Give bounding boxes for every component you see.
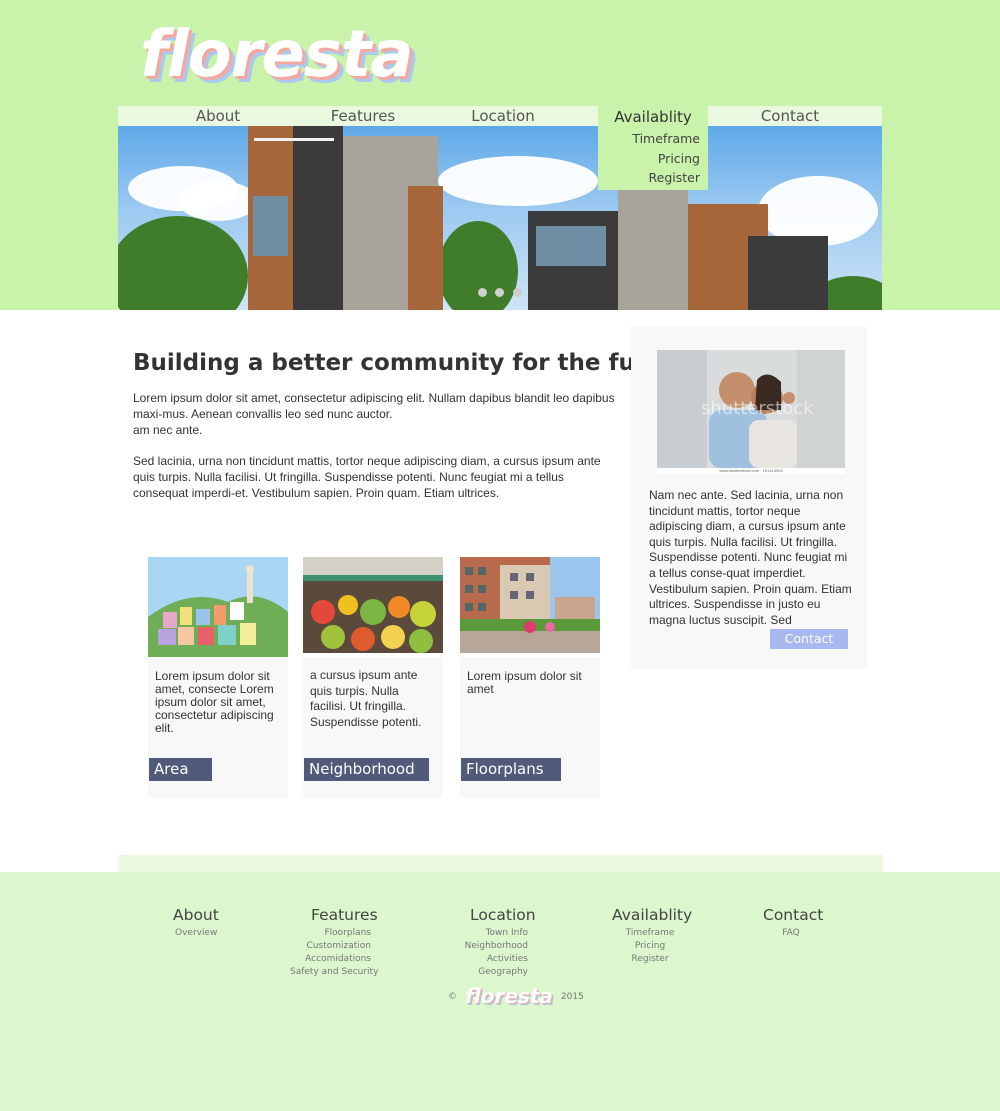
carousel-dots[interactable]	[478, 284, 526, 302]
copyright-symbol: ©	[448, 992, 457, 1002]
hero-tree	[118, 216, 248, 310]
intro-p2: Sed lacinia, urna non tincidunt mattis, …	[133, 454, 601, 500]
footer-link-customization[interactable]: Customization	[290, 940, 371, 953]
footer-link-town-info[interactable]: Town Info	[446, 927, 528, 940]
footer-heading-availability[interactable]: Availablity	[612, 906, 692, 924]
footer-copyright: © floresta 2015	[448, 984, 584, 1008]
nav-contact[interactable]: Contact	[748, 106, 832, 126]
nav-sub-register[interactable]: Register	[649, 170, 700, 185]
carousel-dot[interactable]	[512, 288, 522, 297]
hero-carousel[interactable]	[118, 126, 882, 310]
hero-window	[536, 226, 606, 266]
footer-col-features: Features Floorplans Customization Accomi…	[290, 906, 378, 979]
footer-heading-about[interactable]: About	[173, 906, 219, 924]
footer-heading-contact[interactable]: Contact	[763, 906, 823, 924]
footer-link-neighborhood[interactable]: Neighborhood	[446, 940, 528, 953]
copyright-year: 2015	[560, 992, 584, 1002]
footer-link-accomidations[interactable]: Accomidations	[290, 953, 371, 966]
intro-paragraph: Lorem ipsum dolor sit amet, consectetur …	[133, 391, 615, 438]
footer-logo[interactable]: floresta	[465, 984, 553, 1008]
hero-building	[408, 186, 443, 310]
footer-top-strip	[118, 855, 883, 872]
footer-link-register[interactable]: Register	[612, 953, 688, 966]
card-image-neighborhood	[303, 557, 443, 657]
card-tag-floorplans[interactable]: Floorplans	[461, 758, 561, 781]
intro-text: Lorem ipsum dolor sit amet, consectetur …	[133, 391, 615, 517]
footer-link-timeframe[interactable]: Timeframe	[612, 927, 688, 940]
carousel-dot[interactable]	[495, 288, 505, 297]
sidebar-contact-button[interactable]: Contact	[770, 629, 848, 649]
footer-link-floorplans[interactable]: Floorplans	[290, 927, 371, 940]
card-image-floorplans	[460, 557, 600, 657]
photo-caption: www.shutterstock.com · 151413953	[657, 468, 845, 474]
footer-link-pricing[interactable]: Pricing	[612, 940, 688, 953]
hero-window	[253, 196, 288, 256]
card-text: a cursus ipsum ante quis turpis. Nulla f…	[310, 668, 422, 729]
page-headline: Building a better community for the futu…	[133, 350, 713, 376]
nav-availability[interactable]: Availablity	[598, 106, 708, 128]
intro-p1-tail: am nec ante.	[133, 422, 203, 437]
photo-watermark: shutterstock	[701, 398, 814, 419]
footer-col-availability: Availablity Timeframe Pricing Register	[612, 906, 692, 966]
card-image-area	[148, 557, 288, 657]
footer-link-activities[interactable]: Activities	[446, 953, 528, 966]
footer-col-contact: Contact FAQ	[763, 906, 823, 940]
footer-link-overview[interactable]: Overview	[173, 927, 219, 940]
footer-col-location: Location Town Info Neighborhood Activiti…	[446, 906, 536, 979]
footer-heading-features[interactable]: Features	[261, 906, 378, 924]
footer-link-faq[interactable]: FAQ	[763, 927, 819, 940]
card-tag-neighborhood[interactable]: Neighborhood	[304, 758, 429, 781]
site-logo[interactable]: floresta	[140, 18, 414, 92]
nav-sub-pricing[interactable]: Pricing	[658, 151, 700, 166]
sidebar-photo: shutterstock	[657, 350, 845, 468]
hero-building	[618, 188, 688, 310]
footer-heading-location[interactable]: Location	[446, 906, 536, 924]
hero-building	[293, 126, 343, 310]
main-nav: About Features Location Contact	[118, 106, 882, 126]
card-area[interactable]: Lorem ipsum dolor sit amet, consecte Lor…	[148, 557, 288, 798]
card-text: Lorem ipsum dolor sit amet	[467, 669, 582, 696]
card-floorplans[interactable]: Lorem ipsum dolor sit amet Floorplans	[460, 557, 600, 798]
hero-cloud	[438, 156, 598, 206]
card-neighborhood[interactable]: a cursus ipsum ante quis turpis. Nulla f…	[303, 557, 443, 798]
intro-p1: Lorem ipsum dolor sit amet, consectetur …	[133, 391, 615, 421]
hero-highlight	[254, 138, 334, 141]
footer-link-geography[interactable]: Geography	[446, 966, 528, 979]
footer-col-about: About Overview	[173, 906, 219, 940]
sidebar-text: Nam nec ante. Sed lacinia, urna non tinc…	[649, 488, 852, 627]
nav-features[interactable]: Features	[318, 106, 408, 126]
card-tag-area[interactable]: Area	[149, 758, 212, 781]
carousel-dot[interactable]	[478, 288, 487, 297]
nav-location[interactable]: Location	[463, 106, 543, 126]
card-text: Lorem ipsum dolor sit amet, consecte Lor…	[155, 669, 274, 735]
nav-availability-dropdown: Availablity Timeframe Pricing Register	[598, 106, 708, 190]
footer-link-safety[interactable]: Safety and Security	[290, 966, 378, 979]
nav-sub-timeframe[interactable]: Timeframe	[632, 131, 700, 146]
hero-cloud	[178, 181, 258, 221]
nav-about[interactable]: About	[178, 106, 258, 126]
hero-building	[748, 236, 828, 310]
sidebar: shutterstock www.shutterstock.com · 1514…	[631, 326, 867, 669]
